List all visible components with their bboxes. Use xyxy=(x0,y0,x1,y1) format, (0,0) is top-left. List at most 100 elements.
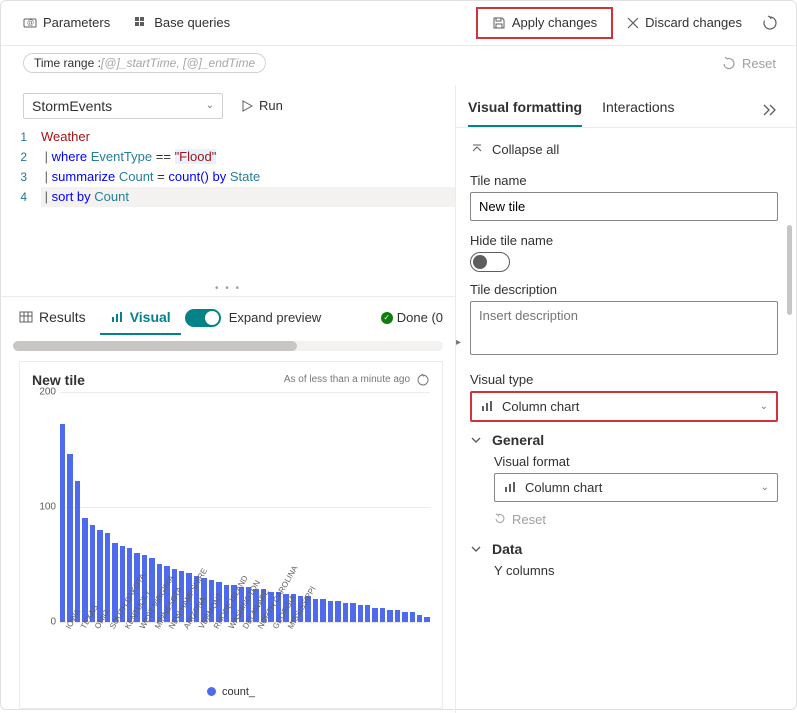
chevron-down-icon xyxy=(470,543,482,555)
tile-description-input[interactable] xyxy=(470,301,778,355)
chevron-down-icon xyxy=(470,434,482,446)
time-range-value: [@]_startTime, [@]_endTime xyxy=(101,56,255,70)
parameters-icon: @ xyxy=(23,16,37,30)
bar xyxy=(343,603,348,621)
discard-changes-button[interactable]: Discard changes xyxy=(617,9,752,36)
bar xyxy=(365,605,370,621)
bar xyxy=(105,533,110,622)
y-columns-label: Y columns xyxy=(494,563,778,578)
top-toolbar: @ Parameters Base queries Apply changes … xyxy=(1,1,796,46)
bar xyxy=(335,601,340,622)
tab-results[interactable]: Results xyxy=(9,301,96,335)
save-icon xyxy=(492,16,506,30)
tab-results-label: Results xyxy=(39,309,86,325)
tab-visual[interactable]: Visual xyxy=(100,301,181,335)
query-status: ✓ Done (0 xyxy=(381,310,447,325)
time-range-reset-label: Reset xyxy=(742,56,776,71)
expand-preview-label: Expand preview xyxy=(229,310,322,325)
column-chart-icon xyxy=(503,480,517,494)
bar xyxy=(380,608,385,622)
tile-description-label: Tile description xyxy=(470,282,778,297)
bar xyxy=(372,608,377,622)
apply-changes-highlight: Apply changes xyxy=(476,7,613,39)
svg-text:@: @ xyxy=(27,20,34,27)
tab-visual-formatting[interactable]: Visual formatting xyxy=(468,93,582,127)
bar xyxy=(328,601,333,622)
collapse-all-label: Collapse all xyxy=(492,142,559,157)
parameters-button[interactable]: @ Parameters xyxy=(13,9,120,36)
query-header: StormEvents ⌄ Run xyxy=(1,85,455,127)
refresh-button[interactable] xyxy=(756,9,784,37)
grid-icon xyxy=(134,16,148,30)
close-icon xyxy=(627,17,639,29)
hide-tile-name-toggle[interactable] xyxy=(470,252,510,272)
double-chevron-right-icon xyxy=(762,104,778,116)
run-button[interactable]: Run xyxy=(231,94,293,117)
time-range-chip[interactable]: Time range : [@]_startTime, [@]_endTime xyxy=(23,53,266,73)
column-chart-icon xyxy=(480,399,494,413)
visual-format-label: Visual format xyxy=(494,454,778,469)
visual-format-value: Column chart xyxy=(525,480,602,495)
right-panel-tabs: Visual formatting Interactions xyxy=(456,85,796,128)
visual-type-value: Column chart xyxy=(502,399,579,414)
tab-interactions[interactable]: Interactions xyxy=(602,93,674,127)
visual-format-reset[interactable]: Reset xyxy=(494,512,778,527)
visual-type-label: Visual type xyxy=(470,372,778,387)
collapse-icon xyxy=(470,142,484,156)
collapse-all-button[interactable]: Collapse all xyxy=(470,138,778,167)
more-button[interactable] xyxy=(756,98,784,122)
parameters-label: Parameters xyxy=(43,15,110,30)
bar xyxy=(402,612,407,621)
refresh-icon xyxy=(762,15,778,31)
right-panel: Visual formatting Interactions Collapse … xyxy=(456,85,796,713)
right-panel-body: Collapse all Tile name Hide tile name Ti… xyxy=(456,128,796,713)
bar xyxy=(320,599,325,622)
chart-tile: New tile As of less than a minute ago 01… xyxy=(19,361,443,709)
vertical-scrollbar[interactable] xyxy=(787,225,792,315)
bar xyxy=(60,424,65,622)
hide-tile-name-label: Hide tile name xyxy=(470,233,778,248)
visual-type-dropdown[interactable]: Column chart ⌄ xyxy=(472,393,776,420)
bar xyxy=(82,518,87,622)
table-icon xyxy=(19,310,33,324)
bar xyxy=(313,599,318,622)
time-range-bar: Time range : [@]_startTime, [@]_endTime … xyxy=(1,46,796,85)
base-queries-button[interactable]: Base queries xyxy=(124,9,240,36)
chart-legend: count_ xyxy=(32,682,430,702)
bar xyxy=(417,615,422,622)
play-icon xyxy=(241,100,253,112)
base-queries-label: Base queries xyxy=(154,15,230,30)
chevron-down-icon: ⌄ xyxy=(206,100,214,111)
chevron-down-icon: ⌄ xyxy=(760,401,768,412)
apply-changes-button[interactable]: Apply changes xyxy=(486,13,603,32)
bar xyxy=(395,610,400,622)
data-source-value: StormEvents xyxy=(32,98,112,114)
section-data[interactable]: Data xyxy=(470,531,778,563)
bar xyxy=(358,605,363,621)
time-range-reset-button[interactable]: Reset xyxy=(714,52,784,75)
refresh-icon[interactable] xyxy=(416,373,430,387)
bar xyxy=(67,454,72,622)
chart-icon xyxy=(110,310,124,324)
y-tick: 200 xyxy=(39,386,56,397)
tile-name-input[interactable] xyxy=(470,192,778,221)
visual-format-dropdown[interactable]: Column chart ⌄ xyxy=(494,473,778,502)
tile-name-label: Tile name xyxy=(470,173,778,188)
main-split: StormEvents ⌄ Run 1Weather 2 | where Eve… xyxy=(1,85,796,713)
chart-subtitle: As of less than a minute ago xyxy=(284,374,410,385)
legend-swatch xyxy=(207,687,216,696)
code-editor[interactable]: 1Weather 2 | where EventType == "Flood" … xyxy=(1,127,455,207)
tab-visual-label: Visual xyxy=(130,309,171,325)
chart-area: 0100200 IOWATEXASOHIOSOUTH DAKOTAKENTUCK… xyxy=(32,392,430,682)
horizontal-scrollbar[interactable] xyxy=(13,341,443,351)
run-label: Run xyxy=(259,98,283,113)
bar xyxy=(410,612,415,621)
undo-icon xyxy=(722,56,736,70)
y-tick: 0 xyxy=(50,616,56,627)
expand-preview-toggle[interactable] xyxy=(185,309,221,327)
data-source-dropdown[interactable]: StormEvents ⌄ xyxy=(23,93,223,119)
time-range-label: Time range : xyxy=(34,56,101,70)
bar xyxy=(75,481,80,621)
section-general[interactable]: General xyxy=(470,422,778,454)
resize-handle[interactable]: • • • xyxy=(1,277,455,296)
